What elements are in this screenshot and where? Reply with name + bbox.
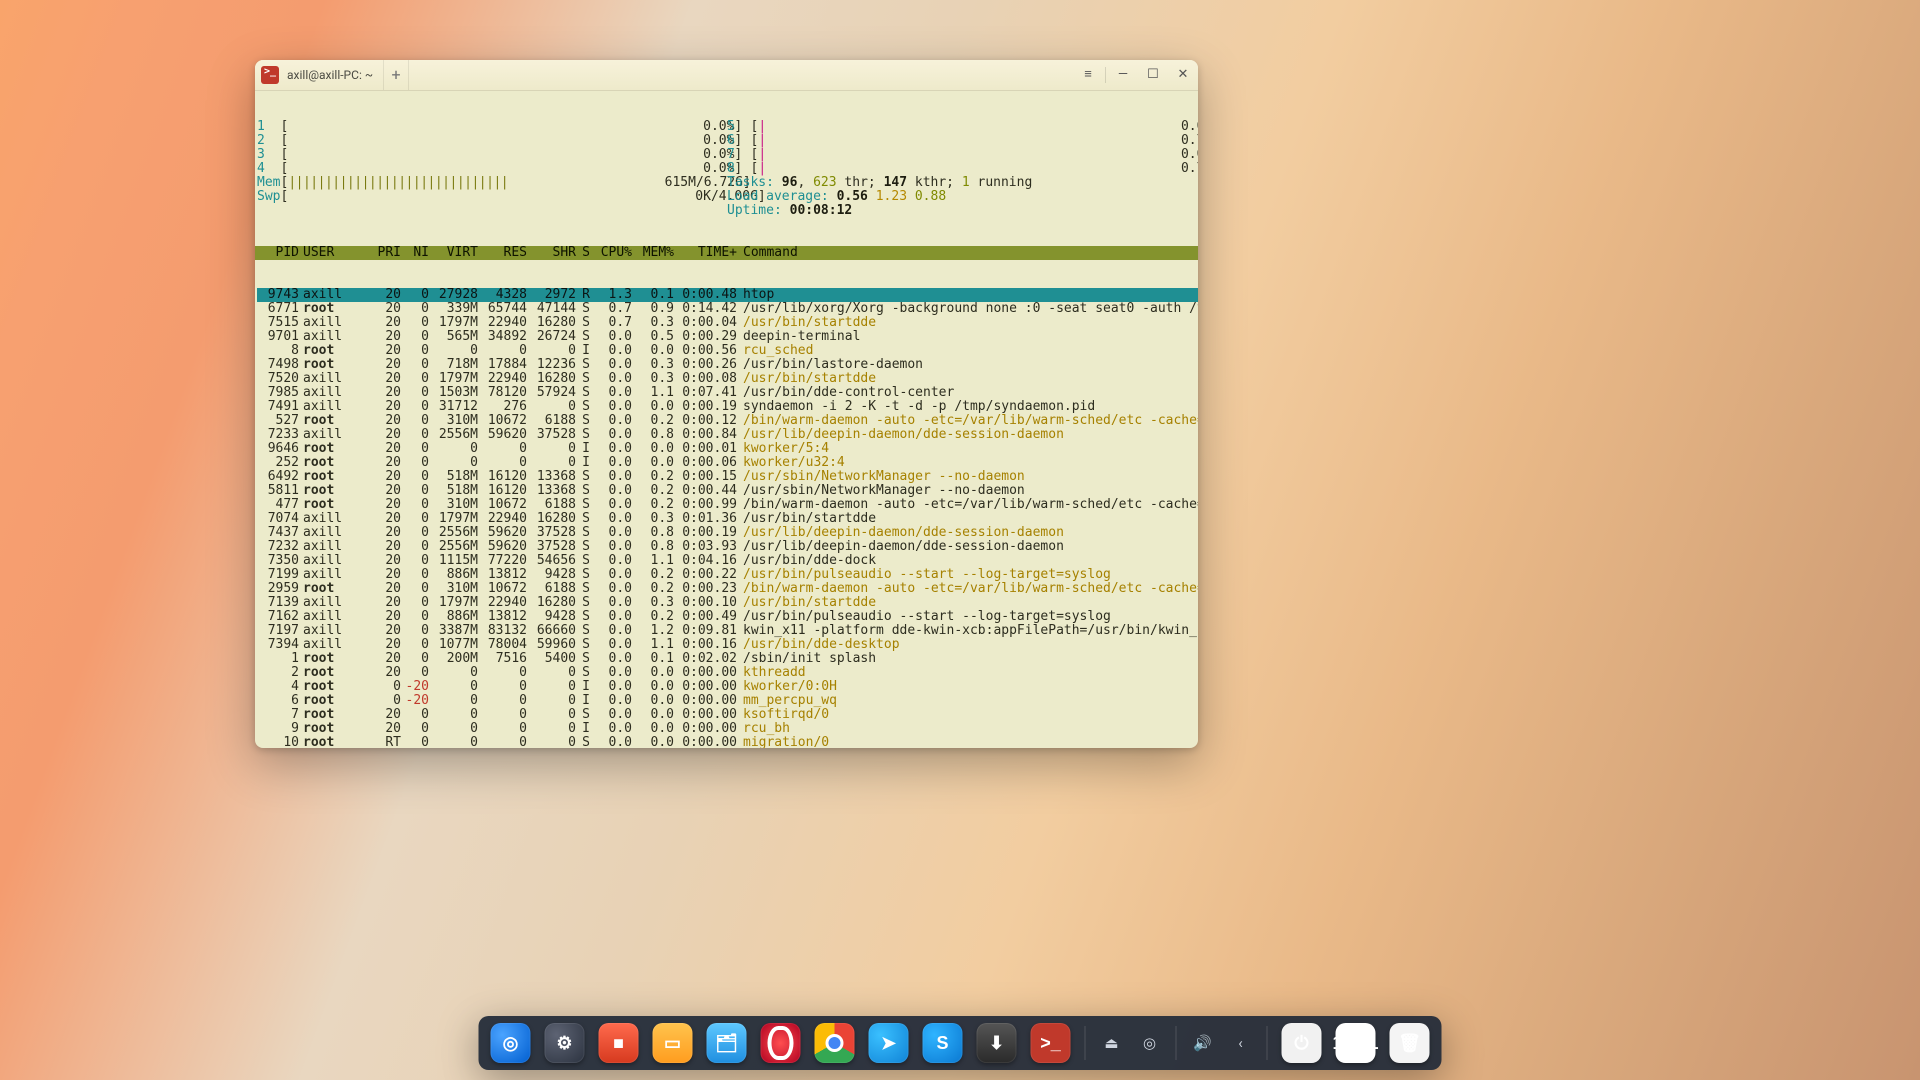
opera-icon[interactable] (761, 1023, 801, 1063)
process-row[interactable]: 7root200000S0.00.00:00.00ksoftirqd/0 (257, 708, 1198, 722)
settings-icon[interactable]: ⚙ (545, 1023, 585, 1063)
titlebar[interactable]: axill@axill-PC: ~ + ≡ — ☐ ✕ (255, 60, 1198, 91)
minimize-button[interactable]: — (1108, 60, 1138, 90)
telegram-icon[interactable]: ➤ (869, 1023, 909, 1063)
process-row[interactable]: 7233axill2002556M5962037528S0.00.80:00.8… (257, 428, 1198, 442)
process-row[interactable]: 1root200200M75165400S0.00.10:02.02/sbin/… (257, 652, 1198, 666)
process-row[interactable]: 2959root200310M106726188S0.00.20:00.23/b… (257, 582, 1198, 596)
menu-button[interactable]: ≡ (1073, 60, 1103, 90)
process-row[interactable]: 7199axill200886M138129428S0.00.20:00.22/… (257, 568, 1198, 582)
process-row[interactable]: 4root0-20000I0.00.00:00.00kworker/0:0H (257, 680, 1198, 694)
htop-meters: 1 [ 0.0%]5 [| 0.0%]2 [ 0.0%]6 [| (255, 119, 1198, 218)
process-row[interactable]: 527root200310M106726188S0.00.20:00.12/bi… (257, 414, 1198, 428)
volume-tray-icon[interactable]: 🔊 (1191, 1034, 1215, 1052)
package-icon[interactable]: ⬇ (977, 1023, 1017, 1063)
recorder-icon[interactable]: ■ (599, 1023, 639, 1063)
usb-tray-icon[interactable]: ⏏ (1100, 1034, 1124, 1052)
clock-icon[interactable]: 17:31 (1336, 1023, 1376, 1063)
process-row[interactable]: 477root200310M106726188S0.00.20:00.99/bi… (257, 498, 1198, 512)
terminal-window: axill@axill-PC: ~ + ≡ — ☐ ✕ 1 [ 0.0%]5 [… (255, 60, 1198, 748)
appstore-icon[interactable]: ▭ (653, 1023, 693, 1063)
file-manager-icon[interactable]: 🗂 (707, 1023, 747, 1063)
process-list[interactable]: 9743axill2002792843282972R1.30.10:00.48h… (255, 288, 1198, 748)
process-row[interactable]: 9701axill200565M3489226724S0.00.50:00.29… (257, 330, 1198, 344)
process-row[interactable]: 7350axill2001115M7722054656S0.01.10:04.1… (257, 554, 1198, 568)
process-header[interactable]: PIDUSERPRINIVIRTRESSHRSCPU%MEM%TIME+Comm… (255, 246, 1198, 260)
window-title: axill@axill-PC: ~ (287, 68, 383, 82)
skype-icon[interactable]: S (923, 1023, 963, 1063)
process-row[interactable]: 10rootRT0000S0.00.00:00.00migration/0 (257, 736, 1198, 748)
process-row[interactable]: 5811root200518M1612013368S0.00.20:00.44/… (257, 484, 1198, 498)
close-button[interactable]: ✕ (1168, 60, 1198, 90)
process-row[interactable]: 7985axill2001503M7812057924S0.01.10:07.4… (257, 386, 1198, 400)
terminal-icon (261, 66, 279, 84)
dock: ◎ ⚙ ■ ▭ 🗂 ➤ S ⬇ >_ ⏏ ◎ 🔊 ‹ ⏻ 17:31 🗑 (479, 1016, 1442, 1070)
terminal-dock-icon[interactable]: >_ (1031, 1023, 1071, 1063)
wifi-tray-icon[interactable]: ◎ (1138, 1034, 1162, 1052)
launcher-icon[interactable]: ◎ (491, 1023, 531, 1063)
process-row[interactable]: 6root0-20000I0.00.00:00.00mm_percpu_wq (257, 694, 1198, 708)
terminal-body[interactable]: 1 [ 0.0%]5 [| 0.0%]2 [ 0.0%]6 [| (255, 91, 1198, 748)
process-row[interactable]: 7437axill2002556M5962037528S0.00.80:00.1… (257, 526, 1198, 540)
process-row[interactable]: 2root200000S0.00.00:00.00kthreadd (257, 666, 1198, 680)
process-row[interactable]: 9646root200000I0.00.00:00.01kworker/5:4 (257, 442, 1198, 456)
process-row[interactable]: 6771root200339M6574447144S0.70.90:14.42/… (257, 302, 1198, 316)
power-icon[interactable]: ⏻ (1282, 1023, 1322, 1063)
process-row[interactable]: 7520axill2001797M2294016280S0.00.30:00.0… (257, 372, 1198, 386)
back-tray-icon[interactable]: ‹ (1229, 1034, 1253, 1052)
trash-icon[interactable]: 🗑 (1390, 1023, 1430, 1063)
process-row[interactable]: 9root200000I0.00.00:00.00rcu_bh (257, 722, 1198, 736)
process-row[interactable]: 7139axill2001797M2294016280S0.00.30:00.1… (257, 596, 1198, 610)
process-row[interactable]: 7162axill200886M138129428S0.00.20:00.49/… (257, 610, 1198, 624)
process-row[interactable]: 7197axill2003387M8313266660S0.01.20:09.8… (257, 624, 1198, 638)
process-row[interactable]: 8root200000I0.00.00:00.56rcu_sched (257, 344, 1198, 358)
chrome-icon[interactable] (815, 1023, 855, 1063)
process-row[interactable]: 9743axill2002792843282972R1.30.10:00.48h… (257, 288, 1198, 302)
process-row[interactable]: 7074axill2001797M2294016280S0.00.30:01.3… (257, 512, 1198, 526)
process-row[interactable]: 6492root200518M1612013368S0.00.20:00.15/… (257, 470, 1198, 484)
process-row[interactable]: 7232axill2002556M5962037528S0.00.80:03.9… (257, 540, 1198, 554)
new-tab-button[interactable]: + (383, 60, 409, 90)
process-row[interactable]: 7394axill2001077M7800459960S0.01.10:00.1… (257, 638, 1198, 652)
process-row[interactable]: 252root200000I0.00.00:00.06kworker/u32:4 (257, 456, 1198, 470)
process-row[interactable]: 7515axill2001797M2294016280S0.70.30:00.0… (257, 316, 1198, 330)
process-row[interactable]: 7491axill200317122760S0.00.00:00.19synda… (257, 400, 1198, 414)
maximize-button[interactable]: ☐ (1138, 60, 1168, 90)
process-row[interactable]: 7498root200718M1788412236S0.00.30:00.26/… (257, 358, 1198, 372)
